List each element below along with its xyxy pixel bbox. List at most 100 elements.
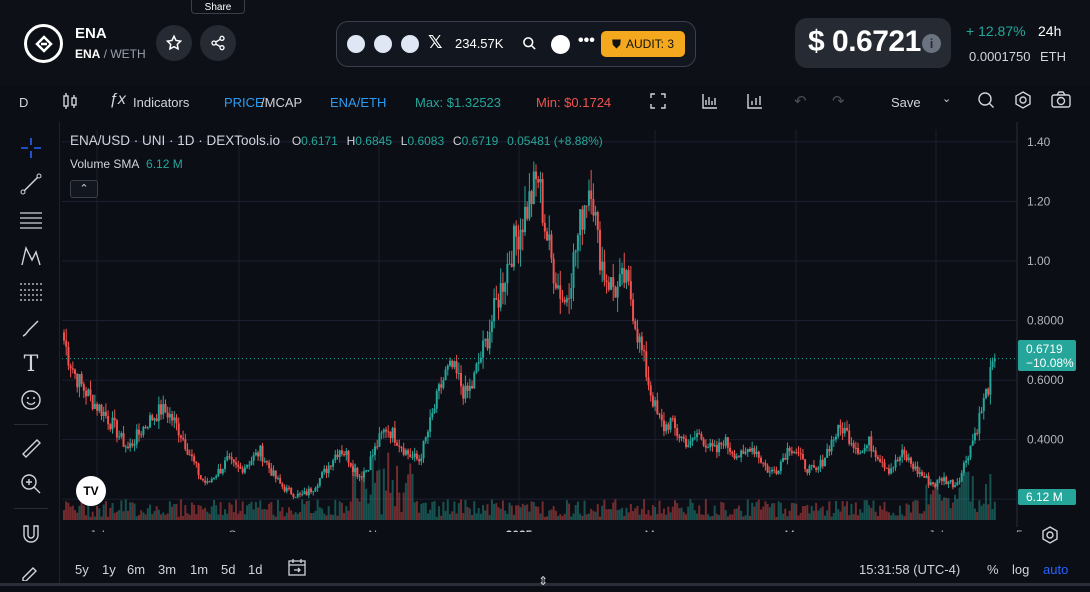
candle-body (598, 229, 601, 271)
volume-bar (382, 468, 385, 520)
candle-body (195, 461, 198, 464)
range-6m[interactable]: 6m (127, 562, 145, 577)
volume-bar (587, 513, 590, 520)
volume-bar (616, 510, 619, 520)
legend-change: 0.05481 (+8.88%) (507, 134, 603, 148)
volume-bar (693, 510, 696, 520)
search-icon[interactable] (522, 36, 537, 56)
candle-body (841, 428, 844, 434)
candle-body (943, 477, 946, 482)
chevron-down-icon[interactable]: ⌄ (942, 92, 951, 105)
candle-body (451, 360, 454, 368)
candle-body (971, 440, 974, 446)
info-icon[interactable]: i (922, 34, 941, 53)
percent-toggle[interactable]: % (987, 562, 999, 577)
metamask-icon[interactable] (551, 35, 570, 54)
candle-body (407, 450, 410, 455)
volume-bar (715, 513, 718, 520)
indicators-button[interactable]: Indicators (133, 95, 189, 110)
volume-bar (457, 503, 460, 520)
candle-body (274, 470, 277, 479)
candle-body (901, 449, 904, 458)
audit-button[interactable]: ⛊ AUDIT: 3 (601, 31, 685, 57)
chart-stats-icon[interactable] (347, 35, 365, 53)
volume-bar (212, 499, 215, 520)
volume-bar (746, 499, 749, 520)
range-5d[interactable]: 5d (221, 562, 235, 577)
save-button[interactable]: Save (891, 95, 921, 110)
volume-bar (442, 501, 445, 520)
volume-bar (718, 515, 721, 520)
range-3m[interactable]: 3m (158, 562, 176, 577)
volume-bar (887, 512, 890, 520)
ena-eth-toggle[interactable]: ENA/ETH (330, 95, 386, 110)
price-chart[interactable]: 0.20000.40000.60000.80001.001.201.40JulS… (0, 122, 1090, 532)
volume-bar (700, 514, 703, 520)
undo-icon[interactable]: ↶ (794, 92, 807, 110)
quick-search-icon[interactable] (977, 91, 995, 112)
tradingview-logo-icon[interactable]: TV (76, 476, 106, 506)
redo-icon[interactable]: ↷ (832, 92, 845, 110)
telegram-icon[interactable] (401, 35, 419, 53)
chart-settings-icon[interactable] (1041, 526, 1059, 549)
volume-bar (850, 503, 853, 520)
volume-bar (823, 515, 826, 520)
volume-bar (201, 509, 204, 520)
globe-icon[interactable] (374, 35, 392, 53)
price-toggle[interactable]: PRICE (224, 95, 264, 110)
range-1m[interactable]: 1m (190, 562, 208, 577)
range-1d[interactable]: 1d (248, 562, 262, 577)
x-twitter-icon[interactable]: 𝕏 (428, 32, 443, 53)
volume-bar (307, 500, 310, 520)
auto-toggle[interactable]: auto (1043, 562, 1068, 577)
range-1y[interactable]: 1y (102, 562, 116, 577)
volume-bar (726, 516, 729, 520)
share-icon (211, 35, 225, 51)
volume-bar (572, 513, 575, 520)
candle-type-icon[interactable] (62, 92, 78, 113)
candle-body (515, 225, 518, 237)
volume-bar (349, 501, 352, 520)
mcap-toggle[interactable]: /MCAP (261, 95, 302, 110)
volume-bar (841, 501, 844, 520)
candle-body (221, 468, 224, 474)
volume-bar (246, 505, 249, 520)
resize-arrow-icon[interactable]: ⇕ (538, 574, 548, 588)
candle-body (318, 477, 321, 486)
volume-bar (627, 512, 630, 520)
candle-body (696, 433, 699, 438)
collapse-legend-button[interactable]: ⌃ (70, 180, 98, 198)
volume-bar (707, 514, 710, 520)
candle-body (338, 450, 341, 458)
bar-chart-icon[interactable] (702, 93, 718, 112)
candle-body (640, 336, 643, 351)
candle-body (519, 229, 522, 250)
candle-body (870, 436, 873, 452)
settings-icon[interactable] (1014, 91, 1032, 112)
date-range-icon[interactable] (288, 558, 306, 579)
volume-bar (848, 515, 851, 520)
volume-bar (554, 510, 557, 520)
range-5y[interactable]: 5y (75, 562, 89, 577)
interval-selector[interactable]: D (19, 95, 28, 110)
log-toggle[interactable]: log (1012, 562, 1029, 577)
fullscreen-icon[interactable] (650, 93, 666, 112)
volume-chart-icon[interactable] (747, 93, 763, 112)
volume-bar (93, 516, 96, 520)
volume-bar (437, 506, 440, 520)
share-button[interactable] (200, 25, 236, 61)
volume-bar (164, 514, 167, 520)
candle-body (102, 411, 105, 416)
volume-bar (151, 514, 154, 520)
volume-bar (257, 507, 260, 520)
volume-bar (433, 500, 436, 520)
more-icon[interactable]: ••• (578, 32, 595, 50)
lock-drawing-icon[interactable] (17, 556, 45, 584)
candle-body (404, 450, 407, 455)
volume-bar (506, 513, 509, 520)
volume-bar (523, 505, 526, 520)
volume-bar (488, 515, 491, 520)
favorite-button[interactable] (156, 25, 192, 61)
clock-time[interactable]: 15:31:58 (UTC-4) (859, 562, 960, 577)
camera-icon[interactable] (1051, 91, 1071, 112)
